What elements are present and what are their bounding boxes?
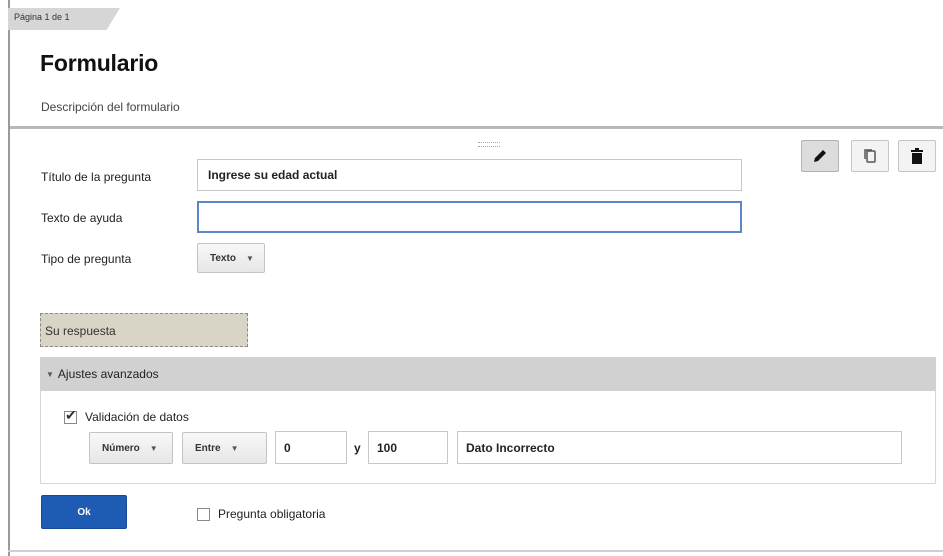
advanced-settings-label: Ajustes avanzados (57, 367, 159, 381)
chevron-down-icon: ▼ (230, 443, 239, 453)
validation-kind-value: Número (102, 442, 140, 454)
validation-label: Validación de datos (85, 410, 189, 424)
response-preview: Su respuesta (40, 313, 248, 347)
max-value-input[interactable] (368, 431, 448, 464)
question-type-value: Texto (210, 252, 236, 264)
page-tab[interactable]: Página 1 de 1 (8, 8, 120, 30)
range-connector: y (354, 441, 361, 455)
duplicate-button[interactable] (851, 140, 889, 172)
form-editor-page: Página 1 de 1 Formulario Descripción del… (0, 0, 943, 556)
checkmark-icon: ✔ (65, 407, 77, 423)
advanced-settings-toggle[interactable]: ▼ Ajustes avanzados (40, 357, 936, 391)
duplicate-icon (864, 149, 876, 163)
question-title-label: Título de la pregunta (41, 170, 152, 184)
validation-condition-value: Entre (195, 442, 221, 454)
form-title[interactable]: Formulario (40, 50, 158, 77)
question-type-dropdown[interactable]: Texto ▼ (197, 243, 265, 273)
question-title-input[interactable] (197, 159, 742, 191)
drag-handle-icon[interactable] (478, 142, 500, 147)
form-description[interactable]: Descripción del formulario (41, 100, 180, 114)
chevron-down-icon: ▼ (245, 253, 254, 263)
bottom-divider (8, 550, 943, 552)
validation-kind-dropdown[interactable]: Número ▼ (89, 432, 173, 464)
ok-button[interactable]: Ok (41, 495, 127, 529)
pencil-icon (814, 150, 826, 162)
left-divider (8, 0, 10, 556)
error-text-input[interactable] (457, 431, 902, 464)
delete-button[interactable] (898, 140, 936, 172)
validation-checkbox[interactable]: ✔ (64, 407, 77, 424)
header-divider (10, 126, 943, 129)
validation-condition-dropdown[interactable]: Entre ▼ (182, 432, 267, 464)
question-type-label: Tipo de pregunta (41, 252, 132, 266)
edit-button[interactable] (801, 140, 839, 172)
min-value-input[interactable] (275, 431, 347, 464)
help-text-input[interactable] (197, 201, 742, 233)
help-text-label: Texto de ayuda (41, 211, 123, 225)
required-label: Pregunta obligatoria (218, 507, 326, 521)
triangle-down-icon: ▼ (46, 369, 54, 379)
trash-icon (911, 148, 923, 164)
chevron-down-icon: ▼ (149, 443, 158, 453)
required-checkbox[interactable] (197, 508, 210, 521)
